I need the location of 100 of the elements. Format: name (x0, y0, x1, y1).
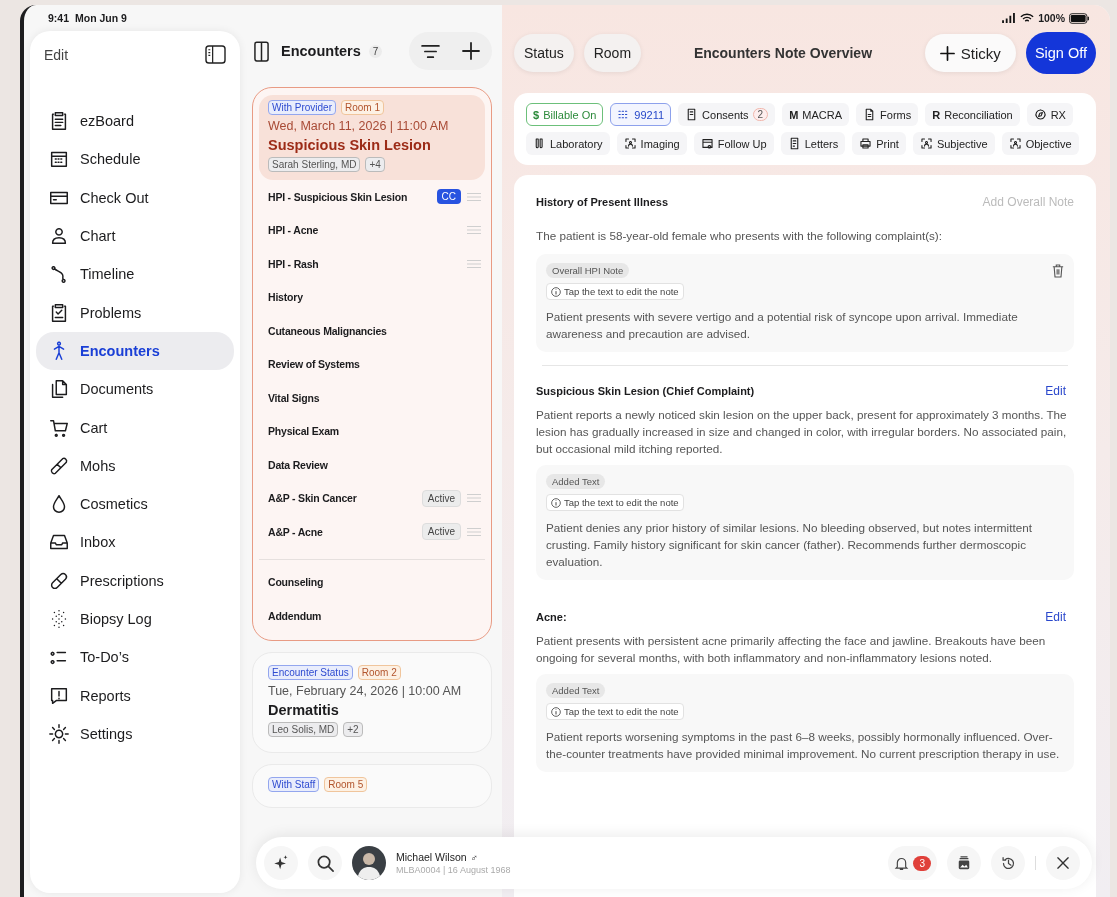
toolbar-chip[interactable]: Imaging (616, 132, 687, 155)
section-link[interactable]: Cutaneous Malignancies (268, 324, 481, 337)
sidebar-item[interactable]: Encounters (36, 331, 234, 371)
image-stack-icon (957, 856, 971, 870)
sidebar-item[interactable]: Biopsy Log (36, 599, 234, 639)
battery-icon (1069, 12, 1090, 24)
trash-icon[interactable] (1052, 263, 1064, 278)
close-button[interactable] (1046, 846, 1080, 880)
sidebar-item[interactable]: Cosmetics (36, 484, 234, 524)
hint-label: Tap the text to edit the note (546, 703, 684, 720)
edit-button[interactable]: Edit (44, 46, 69, 63)
avatar-silhouette[interactable] (352, 846, 386, 880)
gallery-button[interactable] (947, 846, 981, 880)
section-link[interactable]: A&P - Acne (268, 525, 416, 538)
sidebar-item[interactable]: Cart (36, 408, 234, 447)
toolbar-chip[interactable]: Forms (856, 103, 919, 126)
notifications-button[interactable]: 3 (888, 846, 937, 880)
hint-label: Tap the text to edit the note (546, 494, 684, 511)
scan-icon (919, 137, 933, 150)
sticky-button[interactable]: Sticky (924, 34, 1016, 72)
section-link[interactable]: Data Review (268, 458, 481, 471)
status-date: Mon Jun 9 (75, 12, 127, 24)
toolbar-chip[interactable]: $ Billable On (526, 103, 604, 126)
sidebar-item[interactable]: Timeline (36, 255, 234, 294)
edit-link[interactable]: Edit (1045, 610, 1066, 624)
section-link[interactable]: Counseling (268, 576, 481, 589)
gender-symbol: ♂ (470, 851, 479, 863)
drag-handle-icon[interactable] (467, 493, 481, 504)
section-link[interactable]: Review of Systems (268, 358, 481, 371)
filter-icon[interactable] (421, 43, 440, 59)
section-link[interactable]: HPI - Acne (268, 224, 461, 237)
complaint-text: Patient presents with persistent acne primarily affecting the face and jawline. Breakouts have been ongoing for several months, with both inflammatory and non-inflammatory lesions noted. (536, 633, 1047, 666)
section-link[interactable]: HPI - Rash (268, 257, 461, 270)
toolbar-chip[interactable]: R Reconciliation (925, 103, 1020, 126)
history-button[interactable] (991, 846, 1025, 880)
status-tag: With Provider (268, 100, 336, 115)
sidebar-item[interactable]: Prescriptions (36, 561, 234, 600)
toolbar-chip[interactable]: M MACRA (782, 103, 850, 126)
section-link[interactable]: History (268, 291, 481, 304)
sidebar-item[interactable]: To-Do’s (36, 638, 234, 677)
header-button[interactable]: Room (583, 34, 642, 72)
section-badge: Active (421, 523, 461, 541)
note-text[interactable]: Patient denies any prior history of similar lesions. No bleeding observed, but notes intermittent crusting. Family history significant for skin cancer (father). Recommends further dermoscopic evaluation. (546, 519, 1064, 570)
edit-link[interactable]: Edit (1045, 384, 1066, 398)
toolbar-chip[interactable]: Laboratory (526, 132, 610, 155)
sidebar-item[interactable]: Settings (36, 714, 234, 754)
drag-handle-icon[interactable] (467, 526, 481, 537)
toolbar-chip[interactable]: RX (1026, 103, 1073, 126)
sidebar-item[interactable]: Chart (36, 216, 234, 256)
encounters-title: Encounters (281, 43, 361, 59)
section-link[interactable]: Addendum (268, 609, 481, 622)
note-tag: Overall HPI Note (546, 263, 630, 278)
sparkle-button[interactable] (264, 846, 298, 880)
plus-icon[interactable] (462, 42, 480, 60)
test-tubes-icon (533, 137, 546, 150)
note-text[interactable]: Patient presents with severe vertigo and a potential risk of syncope upon arrival. Immediate awareness and precaution are advised. (546, 308, 1064, 342)
status-tag: With Staff (268, 776, 320, 792)
provider-tag: Sarah Sterling, MD (268, 157, 361, 172)
sidebar-item[interactable]: Problems (36, 293, 234, 332)
wifi-icon (1020, 12, 1035, 24)
split-view-icon[interactable] (254, 40, 269, 62)
scan-icon (1008, 137, 1022, 150)
toolbar-chip[interactable]: Objective (1001, 132, 1079, 155)
sidebar-item[interactable]: ezBoard (36, 102, 234, 141)
sidebar-item[interactable]: Reports (36, 676, 234, 715)
toolbar-chip[interactable]: Consents 2 (678, 103, 776, 126)
section-heading: History of Present Illness (536, 196, 669, 208)
section-link[interactable]: Physical Exam (268, 425, 481, 438)
encounter-card[interactable] (252, 87, 492, 641)
sidebar-item[interactable]: Mohs (36, 446, 234, 485)
search-button[interactable] (308, 846, 342, 880)
section-link[interactable]: HPI - Suspicious Skin Lesion (268, 190, 431, 203)
encounter-card[interactable]: With Staff Room 5 (252, 763, 492, 808)
drag-handle-icon[interactable] (467, 191, 481, 202)
drag-handle-icon[interactable] (467, 225, 481, 236)
section-link[interactable]: Vital Signs (268, 391, 481, 404)
info-icon (551, 286, 561, 297)
sign-off-button[interactable]: Sign Off (1025, 32, 1096, 74)
room-tag: Room 5 (324, 776, 368, 792)
toolbar-chip[interactable]: Letters (780, 132, 846, 155)
sidebar-item[interactable]: Inbox (36, 523, 234, 562)
sidebar-toggle-icon[interactable] (205, 45, 226, 64)
toolbar-chip[interactable]: Follow Up (693, 132, 774, 155)
sidebar-item[interactable]: Check Out (36, 178, 234, 217)
sidebar-item[interactable]: Documents (36, 370, 234, 409)
patient-name: Michael Wilson (396, 851, 467, 863)
notification-count: 3 (913, 855, 931, 871)
toolbar-chip[interactable]: 99211 (610, 103, 672, 126)
sidebar-item[interactable]: Schedule (36, 140, 234, 179)
toolbar-chip[interactable]: Print (852, 132, 906, 155)
section-link[interactable]: A&P - Skin Cancer (268, 492, 416, 505)
toolbar-chip[interactable]: Subjective (912, 132, 995, 155)
encounter-card[interactable]: Encounter Status Room 2 Tue, February 24, 2026 | 10:00 AM Dermatitis Leo Solis, MD +2 (252, 651, 492, 753)
encounter-title: Suspicious Skin Lesion (268, 137, 432, 153)
note-text[interactable]: Patient reports worsening symptoms in the past 6–8 weeks, possibly hormonally influenced. Over-the-counter treatments have provided minimal improvement. No current prescription therapy in use. (546, 728, 1064, 762)
header-button[interactable]: Status (514, 34, 574, 72)
encounter-title: Dermatitis (268, 701, 340, 718)
complaint-title: Acne: (536, 611, 567, 623)
drag-handle-icon[interactable] (467, 258, 481, 269)
calendar-icon (700, 137, 714, 150)
